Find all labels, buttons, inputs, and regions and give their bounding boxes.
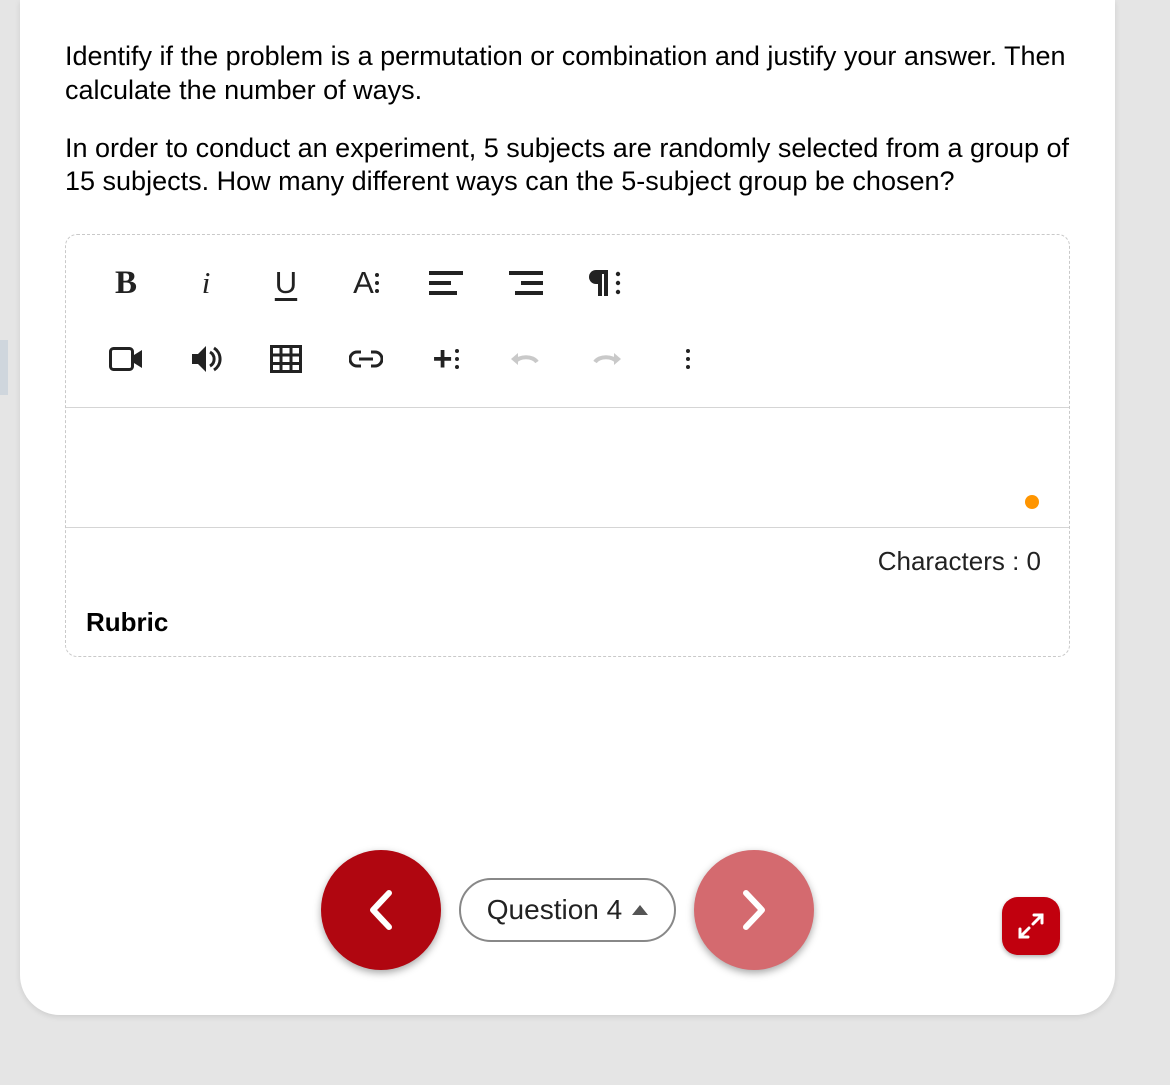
table-button[interactable]	[246, 329, 326, 389]
insert-more-button[interactable]: +	[406, 329, 486, 389]
chevron-left-icon	[361, 887, 401, 933]
video-button[interactable]	[86, 329, 166, 389]
align-left-button[interactable]	[406, 253, 486, 313]
dropdown-dots-icon	[375, 273, 379, 293]
question-selector[interactable]: Question 4	[459, 878, 676, 942]
underline-button[interactable]: U	[246, 253, 326, 313]
link-button[interactable]	[326, 329, 406, 389]
editor-textarea[interactable]	[66, 408, 1069, 528]
question-nav: Question 4	[20, 850, 1115, 970]
page-drag-handle	[0, 340, 8, 395]
chevron-right-icon	[734, 887, 774, 933]
character-counter: Characters : 0	[66, 528, 1069, 595]
toolbar-row-1: B i U A	[76, 245, 1059, 321]
dropdown-dots-icon	[455, 349, 459, 369]
kebab-icon	[686, 349, 690, 369]
toolbar-row-2: +	[76, 321, 1059, 397]
status-indicator-dot	[1025, 495, 1039, 509]
counter-value: 0	[1027, 546, 1041, 576]
question-text: Identify if the problem is a permutation…	[65, 40, 1070, 199]
undo-button[interactable]	[486, 329, 566, 389]
plus-label: +	[433, 340, 453, 379]
question-instructions: Identify if the problem is a permutation…	[65, 40, 1070, 108]
caret-up-icon	[632, 905, 648, 915]
audio-button[interactable]	[166, 329, 246, 389]
fullscreen-button[interactable]	[1002, 897, 1060, 955]
counter-label: Characters :	[878, 546, 1027, 576]
font-color-label: A	[353, 265, 372, 301]
more-options-button[interactable]	[646, 329, 726, 389]
prev-question-button[interactable]	[321, 850, 441, 970]
italic-button[interactable]: i	[166, 253, 246, 313]
font-color-button[interactable]: A	[326, 253, 406, 313]
bold-button[interactable]: B	[86, 253, 166, 313]
redo-button[interactable]	[566, 329, 646, 389]
expand-icon	[1017, 912, 1045, 940]
question-problem: In order to conduct an experiment, 5 sub…	[65, 132, 1070, 200]
next-question-button[interactable]	[694, 850, 814, 970]
rubric-toggle[interactable]: Rubric	[66, 595, 1069, 656]
align-right-button[interactable]	[486, 253, 566, 313]
paragraph-format-button[interactable]	[566, 253, 646, 313]
question-card: Identify if the problem is a permutation…	[20, 0, 1115, 1015]
editor-toolbar: B i U A	[66, 235, 1069, 408]
answer-editor: B i U A	[65, 234, 1070, 657]
question-selector-label: Question 4	[487, 894, 622, 926]
